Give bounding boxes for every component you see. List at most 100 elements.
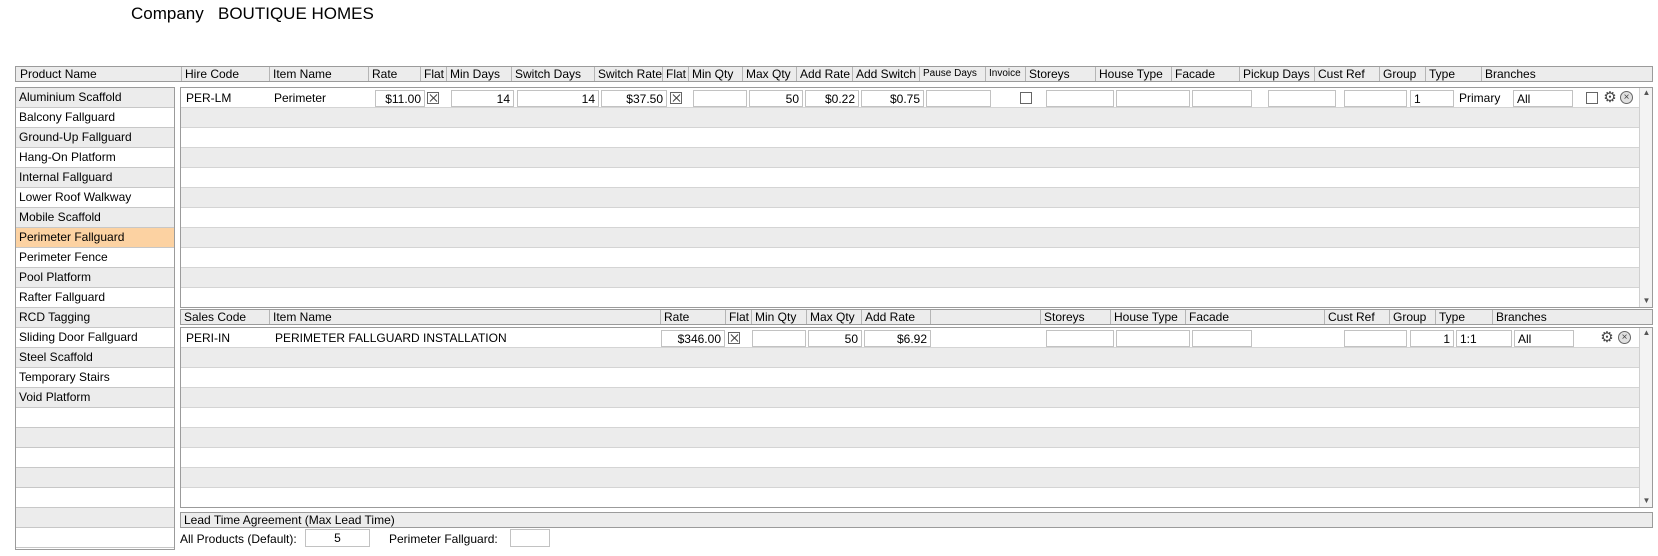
hire-grid-scrollbar[interactable]: ▲ ▼ <box>1639 88 1652 307</box>
hire-switch-rate-field[interactable]: $37.50 <box>601 90 667 107</box>
hire-row-select-checkbox[interactable] <box>1586 92 1598 104</box>
gear-icon[interactable]: ⚙ <box>1599 330 1615 346</box>
product-item[interactable]: Balcony Fallguard <box>16 108 174 128</box>
header-sales-flat: Flat <box>725 310 751 324</box>
product-item-selected[interactable]: Perimeter Fallguard <box>16 228 174 248</box>
scroll-up-icon[interactable]: ▲ <box>1642 89 1651 97</box>
hire-pause-days-field[interactable] <box>926 90 991 107</box>
header-sales-add-rate: Add Rate <box>861 310 930 324</box>
hire-type-cell[interactable]: Primary <box>1456 90 1511 107</box>
hire-rate-field[interactable]: $11.00 <box>375 90 425 107</box>
scroll-down-icon[interactable]: ▼ <box>1642 497 1651 505</box>
product-item[interactable]: Lower Roof Walkway <box>16 188 174 208</box>
hire-row-empty <box>181 188 1639 208</box>
header-house-type: House Type <box>1095 67 1171 81</box>
sales-code-cell[interactable]: PERI-IN <box>183 330 265 347</box>
lead-time-perimeter-label: Perimeter Fallguard: <box>389 532 498 546</box>
sales-row-empty <box>181 448 1639 468</box>
header-flat: Flat <box>420 67 446 81</box>
lead-time-default-field[interactable]: 5 <box>305 529 370 547</box>
hire-flat-2-checkbox[interactable] <box>670 92 682 104</box>
gear-icon[interactable]: ⚙ <box>1602 90 1618 106</box>
hire-row-empty <box>181 268 1639 288</box>
header-sales-rate: Rate <box>660 310 725 324</box>
hire-switch-days-field[interactable]: 14 <box>517 90 599 107</box>
header-sales-house-type: House Type <box>1110 310 1185 324</box>
sales-item-name-cell[interactable]: PERIMETER FALLGUARD INSTALLATION <box>272 330 657 347</box>
product-item[interactable]: Void Platform <box>16 388 174 408</box>
hire-facade-field[interactable] <box>1192 90 1252 107</box>
scroll-up-icon[interactable]: ▲ <box>1642 329 1651 337</box>
sales-add-rate-field[interactable]: $6.92 <box>864 330 931 347</box>
hire-row-empty <box>181 168 1639 188</box>
sales-rate-field[interactable]: $346.00 <box>661 330 725 347</box>
hire-invoice-checkbox[interactable] <box>1020 92 1032 104</box>
hire-add-rate-field[interactable]: $0.22 <box>805 90 859 107</box>
hire-group-field[interactable]: 1 <box>1410 90 1454 107</box>
sales-max-qty-field[interactable]: 50 <box>808 330 862 347</box>
header-pause-days: Pause Days <box>919 67 985 81</box>
hire-cust-ref-field[interactable] <box>1344 90 1407 107</box>
product-item[interactable]: RCD Tagging <box>16 308 174 328</box>
product-item[interactable]: Mobile Scaffold <box>16 208 174 228</box>
lead-time-perimeter-field[interactable] <box>510 529 550 547</box>
header-rate: Rate <box>368 67 420 81</box>
sales-facade-field[interactable] <box>1192 330 1252 347</box>
product-item[interactable]: Rafter Fallguard <box>16 288 174 308</box>
hire-grid: PER-LM Perimeter $11.00 14 14 $37.50 50 … <box>180 87 1653 308</box>
hire-row[interactable]: PER-LM Perimeter $11.00 14 14 $37.50 50 … <box>181 88 1639 108</box>
close-circle-icon[interactable]: × <box>1620 91 1633 104</box>
header-switch-rate: Switch Rate <box>594 67 662 81</box>
sales-cust-ref-field[interactable] <box>1344 330 1407 347</box>
product-item[interactable]: Perimeter Fence <box>16 248 174 268</box>
product-item[interactable]: Internal Fallguard <box>16 168 174 188</box>
company-label: Company <box>131 4 204 23</box>
hire-min-qty-field[interactable] <box>693 90 747 107</box>
header-sales-facade: Facade <box>1185 310 1324 324</box>
hire-pickup-days-field[interactable] <box>1268 90 1336 107</box>
product-item-empty <box>16 508 174 528</box>
sales-min-qty-field[interactable] <box>752 330 806 347</box>
product-item[interactable]: Hang-On Platform <box>16 148 174 168</box>
product-item[interactable]: Sliding Door Fallguard <box>16 328 174 348</box>
sales-type-field[interactable]: 1:1 <box>1456 330 1512 347</box>
header-sales-spacer <box>930 310 1040 324</box>
header-item-name: Item Name <box>269 67 368 81</box>
sales-row-empty <box>181 428 1639 448</box>
sales-flat-checkbox[interactable] <box>728 332 740 344</box>
hire-max-qty-field[interactable]: 50 <box>749 90 803 107</box>
hire-add-switch-field[interactable]: $0.75 <box>861 90 924 107</box>
hire-item-name-cell[interactable]: Perimeter <box>271 90 366 107</box>
hire-row-empty <box>181 288 1639 307</box>
hire-code-cell[interactable]: PER-LM <box>183 90 263 107</box>
sales-row[interactable]: PERI-IN PERIMETER FALLGUARD INSTALLATION… <box>181 328 1639 348</box>
sales-storeys-field[interactable] <box>1046 330 1114 347</box>
hire-house-type-field[interactable] <box>1116 90 1190 107</box>
close-circle-icon[interactable]: × <box>1618 331 1631 344</box>
hire-flat-checkbox[interactable] <box>427 92 439 104</box>
sales-group-field[interactable]: 1 <box>1410 330 1454 347</box>
product-item[interactable]: Pool Platform <box>16 268 174 288</box>
sales-branches-field[interactable]: All <box>1514 330 1574 347</box>
header-cust-ref: Cust Ref <box>1314 67 1379 81</box>
header-switch-days: Switch Days <box>511 67 594 81</box>
scroll-down-icon[interactable]: ▼ <box>1642 297 1651 305</box>
hire-row-empty <box>181 248 1639 268</box>
hire-storeys-field[interactable] <box>1046 90 1114 107</box>
product-item[interactable]: Aluminium Scaffold <box>16 88 174 108</box>
header-flat-2: Flat <box>662 67 688 81</box>
product-list[interactable]: Aluminium Scaffold Balcony Fallguard Gro… <box>15 87 175 550</box>
sales-row-empty <box>181 388 1639 408</box>
header-invoice: Invoice <box>985 67 1025 81</box>
header-max-qty: Max Qty <box>742 67 796 81</box>
hire-min-days-field[interactable]: 14 <box>451 90 514 107</box>
header-branches: Branches <box>1481 67 1652 81</box>
product-item[interactable]: Ground-Up Fallguard <box>16 128 174 148</box>
header-storeys: Storeys <box>1025 67 1095 81</box>
product-item[interactable]: Temporary Stairs <box>16 368 174 388</box>
header-min-qty: Min Qty <box>688 67 742 81</box>
sales-house-type-field[interactable] <box>1116 330 1190 347</box>
sales-grid-scrollbar[interactable]: ▲ ▼ <box>1639 328 1652 507</box>
product-item[interactable]: Steel Scaffold <box>16 348 174 368</box>
hire-branches-field[interactable]: All <box>1513 90 1573 107</box>
